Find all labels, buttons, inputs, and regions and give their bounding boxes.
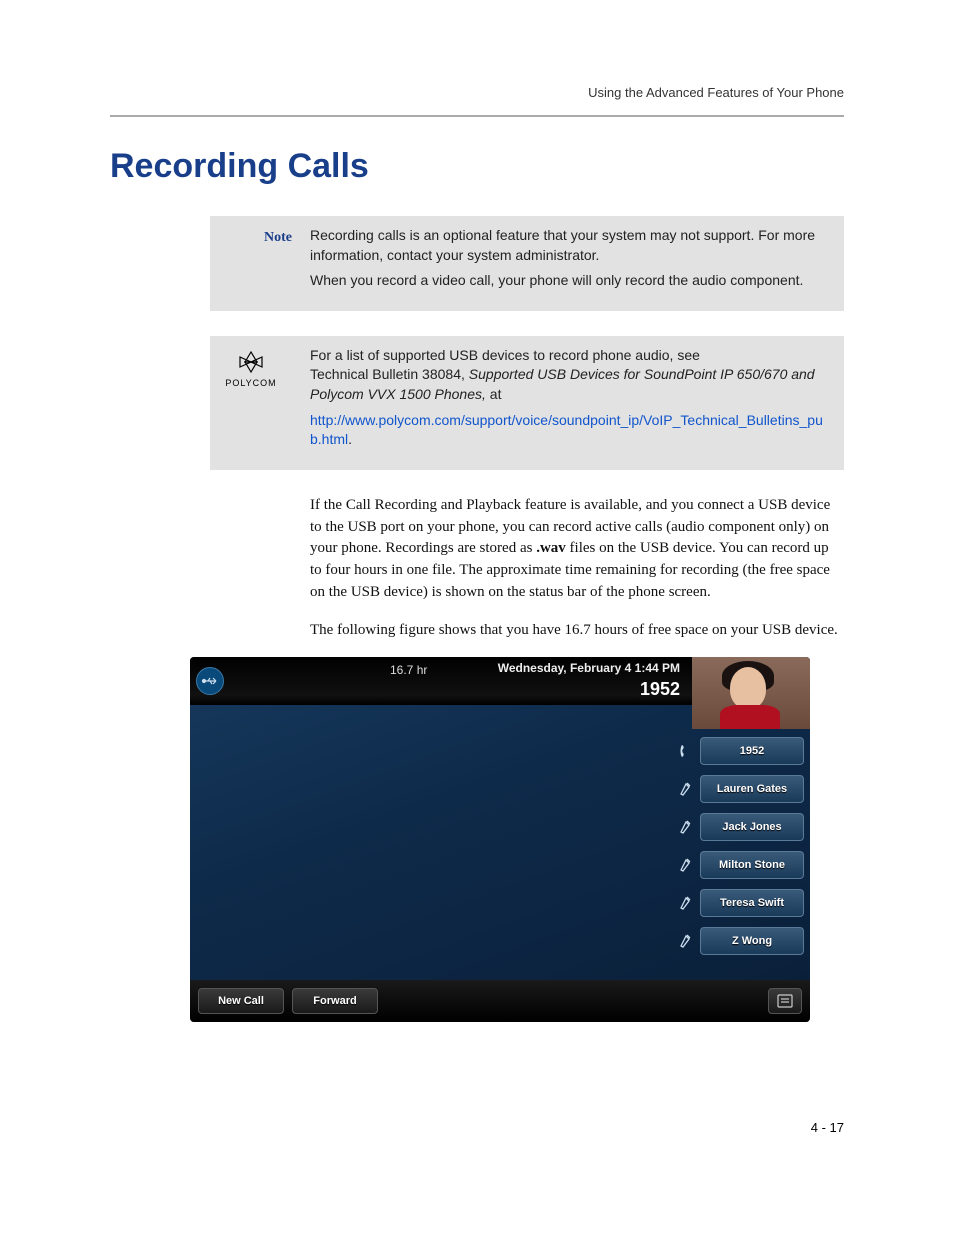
speeddial-icon [676,779,696,799]
speeddial-icon [676,893,696,913]
extension-label: 1952 [640,679,680,700]
phone-screenshot: 16.7 hr Wednesday, February 4 1:44 PM 19… [190,657,810,1022]
polycom-logo-icon [210,350,292,378]
usb-icon [196,667,224,695]
speed-dial-row: Milton Stone [676,851,804,879]
free-space-label: 16.7 hr [390,663,427,677]
softkey-bar: New Call Forward [190,980,810,1022]
line-key-row: 1952 [676,737,804,765]
polycom-logo: POLYCOM [210,346,310,456]
section-title: Recording Calls [110,147,844,186]
speed-dial-button[interactable]: Lauren Gates [700,775,804,803]
menu-button[interactable] [768,988,802,1014]
datetime-label: Wednesday, February 4 1:44 PM [498,661,680,675]
technical-bulletin-link[interactable]: http://www.polycom.com/support/voice/sou… [310,412,823,448]
speed-dial-button[interactable]: Teresa Swift [700,889,804,917]
new-call-button[interactable]: New Call [198,988,284,1014]
speeddial-icon [676,817,696,837]
speed-dial-button[interactable]: Jack Jones [700,813,804,841]
body-para1-bold: .wav [536,540,566,556]
polycom-text-a: For a list of supported USB devices to r… [310,347,700,363]
polycom-callout: POLYCOM For a list of supported USB devi… [210,336,844,470]
speed-dial-button[interactable]: Z Wong [700,927,804,955]
speeddial-icon [676,855,696,875]
handset-icon [676,741,696,761]
contacts-list: 1952 Lauren Gates Jack Jones [676,737,804,965]
polycom-text-c: at [486,386,502,402]
speed-dial-row: Z Wong [676,927,804,955]
phone-main-area: 1952 Lauren Gates Jack Jones [190,705,810,980]
page-number: 4 - 17 [811,1120,844,1135]
speed-dial-row: Teresa Swift [676,889,804,917]
link-period: . [348,431,352,447]
phone-status-bar: 16.7 hr Wednesday, February 4 1:44 PM 19… [190,657,810,705]
running-header: Using the Advanced Features of Your Phon… [110,85,844,100]
note-line-1: Recording calls is an optional feature t… [310,226,829,265]
polycom-text-b: Technical Bulletin 38084, [310,366,469,382]
speeddial-icon [676,931,696,951]
line-key-button[interactable]: 1952 [700,737,804,765]
forward-button[interactable]: Forward [292,988,378,1014]
body-paragraph-2: The following figure shows that you have… [310,620,844,642]
polycom-logo-text: POLYCOM [210,378,292,388]
speed-dial-row: Lauren Gates [676,775,804,803]
header-rule [110,115,844,117]
note-callout: Note Recording calls is an optional feat… [210,216,844,311]
note-label: Note [264,230,292,245]
body-paragraph-1: If the Call Recording and Playback featu… [310,495,844,604]
speed-dial-row: Jack Jones [676,813,804,841]
note-line-2: When you record a video call, your phone… [310,271,829,291]
speed-dial-button[interactable]: Milton Stone [700,851,804,879]
